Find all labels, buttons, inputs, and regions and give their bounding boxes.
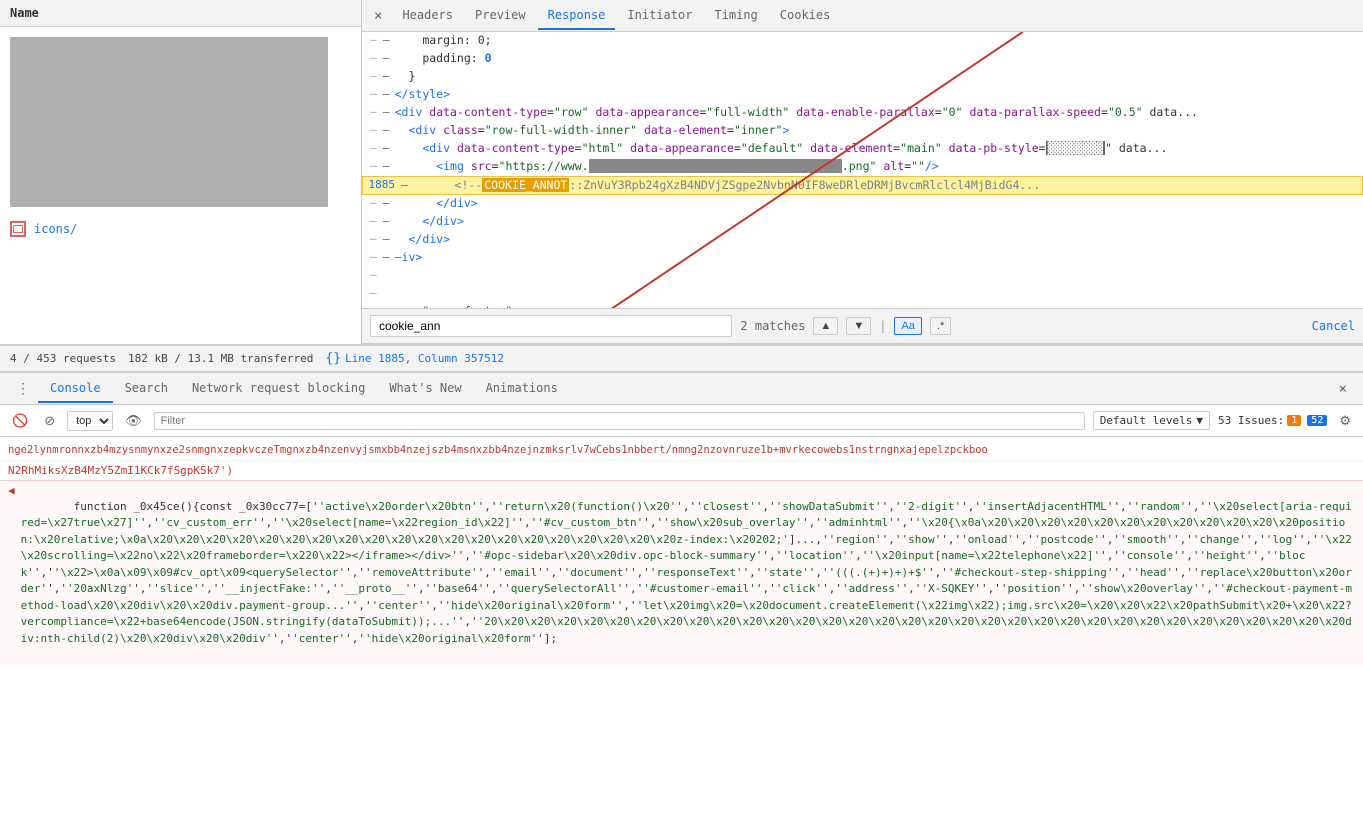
console-tabs: ⋮ Console Search Network request blockin… bbox=[0, 373, 1363, 405]
code-line: – – margin: 0; bbox=[362, 32, 1363, 50]
top-panel: Name icons/ × Headers Preview Response I… bbox=[0, 0, 1363, 345]
issues-badge: 53 Issues: 1 52 bbox=[1218, 414, 1327, 427]
clear-console-button[interactable]: 🚫 bbox=[8, 411, 32, 431]
issues-label: 53 Issues: bbox=[1218, 414, 1284, 427]
tab-preview[interactable]: Preview bbox=[465, 2, 536, 30]
console-line: N2RhMiksXzB4MzY5ZmI1KCk7fSgpKSk7') bbox=[0, 460, 1363, 481]
tab-animations[interactable]: Animations bbox=[474, 375, 570, 403]
code-area[interactable]: – – margin: 0; – – padding: 0 – – } – – bbox=[362, 32, 1363, 308]
response-panel: × Headers Preview Response Initiator Tim… bbox=[362, 0, 1363, 344]
tabs-bar: × Headers Preview Response Initiator Tim… bbox=[362, 0, 1363, 32]
console-line: nge2lynmronnxzb4mzysnmynxze2snmgnxzepkvc… bbox=[0, 441, 1363, 460]
eye-icon-button[interactable]: 👁 bbox=[121, 411, 146, 431]
thumbnail-placeholder bbox=[10, 37, 328, 207]
search-case-button[interactable]: Aa bbox=[894, 317, 921, 335]
tab-search[interactable]: Search bbox=[113, 375, 180, 403]
tab-console[interactable]: Console bbox=[38, 375, 113, 403]
code-line: – – –iv> bbox=[362, 249, 1363, 267]
code-line: – – </div> bbox=[362, 231, 1363, 249]
chevron-down-icon: ▼ bbox=[1196, 414, 1203, 427]
status-transfer: 182 kB / 13.1 MB transferred bbox=[128, 352, 313, 365]
icons-item[interactable]: icons/ bbox=[0, 217, 361, 241]
tab-headers[interactable]: Headers bbox=[392, 2, 463, 30]
console-text: N2RhMiksXzB4MzY5ZmI1KCk7fSgpKSk7') bbox=[8, 462, 1355, 480]
default-levels-select[interactable]: Default levels ▼ bbox=[1093, 411, 1210, 430]
search-bar: 2 matches ▲ ▼ | Aa .* Cancel bbox=[362, 308, 1363, 344]
tab-cookies[interactable]: Cookies bbox=[770, 2, 841, 30]
console-tab-menu-icon[interactable]: ⋮ bbox=[8, 375, 38, 403]
code-line: – – <div data-content-type="row" data-ap… bbox=[362, 104, 1363, 122]
search-regex-button[interactable]: .* bbox=[930, 317, 951, 335]
console-line-prefix: ◀ bbox=[8, 482, 15, 500]
code-line: – – <img src="https://www.▓▓▓▓▓▓▓▓▓▓▓▓▓▓… bbox=[362, 158, 1363, 176]
code-line: – – <div class="row-full-width-inner" da… bbox=[362, 122, 1363, 140]
folder-icon bbox=[10, 221, 26, 237]
search-divider: | bbox=[879, 319, 886, 333]
filter-toggle-button[interactable]: ⊘ bbox=[40, 411, 59, 431]
code-line: – – –ss="page-footer"> bbox=[362, 303, 1363, 308]
code-line: – – padding: 0 bbox=[362, 50, 1363, 68]
name-header: Name bbox=[0, 0, 361, 27]
bottom-panel: ⋮ Console Search Network request blockin… bbox=[0, 373, 1363, 837]
status-bar: 4 / 453 requests 182 kB / 13.1 MB transf… bbox=[0, 345, 1363, 373]
default-levels-label: Default levels bbox=[1100, 414, 1193, 427]
console-line-main: ◀ function _0x45ce(){const _0x30cc77=[''… bbox=[0, 480, 1363, 665]
name-content: icons/ bbox=[0, 27, 361, 344]
console-close-icon[interactable]: × bbox=[1331, 377, 1355, 401]
issues-orange-badge: 1 bbox=[1287, 415, 1301, 426]
code-line: – – </div> bbox=[362, 195, 1363, 213]
search-cancel-button[interactable]: Cancel bbox=[1312, 319, 1355, 333]
tab-network-blocking[interactable]: Network request blocking bbox=[180, 375, 377, 403]
folder-icon-inner bbox=[13, 225, 23, 233]
tab-initiator[interactable]: Initiator bbox=[617, 2, 702, 30]
location-text: Line 1885, Column 357512 bbox=[345, 352, 504, 365]
console-filter-input[interactable] bbox=[154, 412, 1085, 430]
console-text: nge2lynmronnxzb4mzysnmynxze2snmgnxzepkvc… bbox=[8, 442, 1355, 459]
top-context-select[interactable]: top bbox=[67, 411, 113, 431]
tab-response[interactable]: Response bbox=[538, 2, 616, 30]
status-location: {} Line 1885, Column 357512 bbox=[325, 351, 504, 366]
close-tab-icon[interactable]: × bbox=[366, 2, 390, 30]
tab-timing[interactable]: Timing bbox=[704, 2, 767, 30]
settings-gear-button[interactable]: ⚙ bbox=[1335, 411, 1355, 431]
search-input[interactable] bbox=[370, 315, 732, 337]
code-line-1885: 1885 – <!--COOKIE_ANNOT::ZnVuY3Rpb24gXzB… bbox=[362, 176, 1363, 195]
issues-blue-badge: 52 bbox=[1307, 415, 1327, 426]
search-prev-button[interactable]: ▲ bbox=[813, 317, 838, 335]
location-icon: {} bbox=[325, 351, 341, 366]
code-line: – bbox=[362, 267, 1363, 285]
code-line: – – <div data-content-type="html" data-a… bbox=[362, 140, 1363, 158]
search-next-button[interactable]: ▼ bbox=[846, 317, 871, 335]
console-content[interactable]: nge2lynmronnxzb4mzysnmynxze2snmgnxzepkvc… bbox=[0, 437, 1363, 837]
code-line: – bbox=[362, 285, 1363, 303]
console-toolbar: 🚫 ⊘ top 👁 Default levels ▼ 53 Issues: 1 … bbox=[0, 405, 1363, 437]
console-text-main: function _0x45ce(){const _0x30cc77=[''ac… bbox=[21, 482, 1355, 664]
code-line: – – } bbox=[362, 68, 1363, 86]
icons-label[interactable]: icons/ bbox=[34, 222, 77, 236]
name-panel: Name icons/ bbox=[0, 0, 362, 344]
search-matches: 2 matches bbox=[740, 319, 805, 333]
status-requests: 4 / 453 requests bbox=[10, 352, 116, 365]
code-line: – – </div> bbox=[362, 213, 1363, 231]
code-line: – – </style> bbox=[362, 86, 1363, 104]
tab-whats-new[interactable]: What's New bbox=[377, 375, 473, 403]
